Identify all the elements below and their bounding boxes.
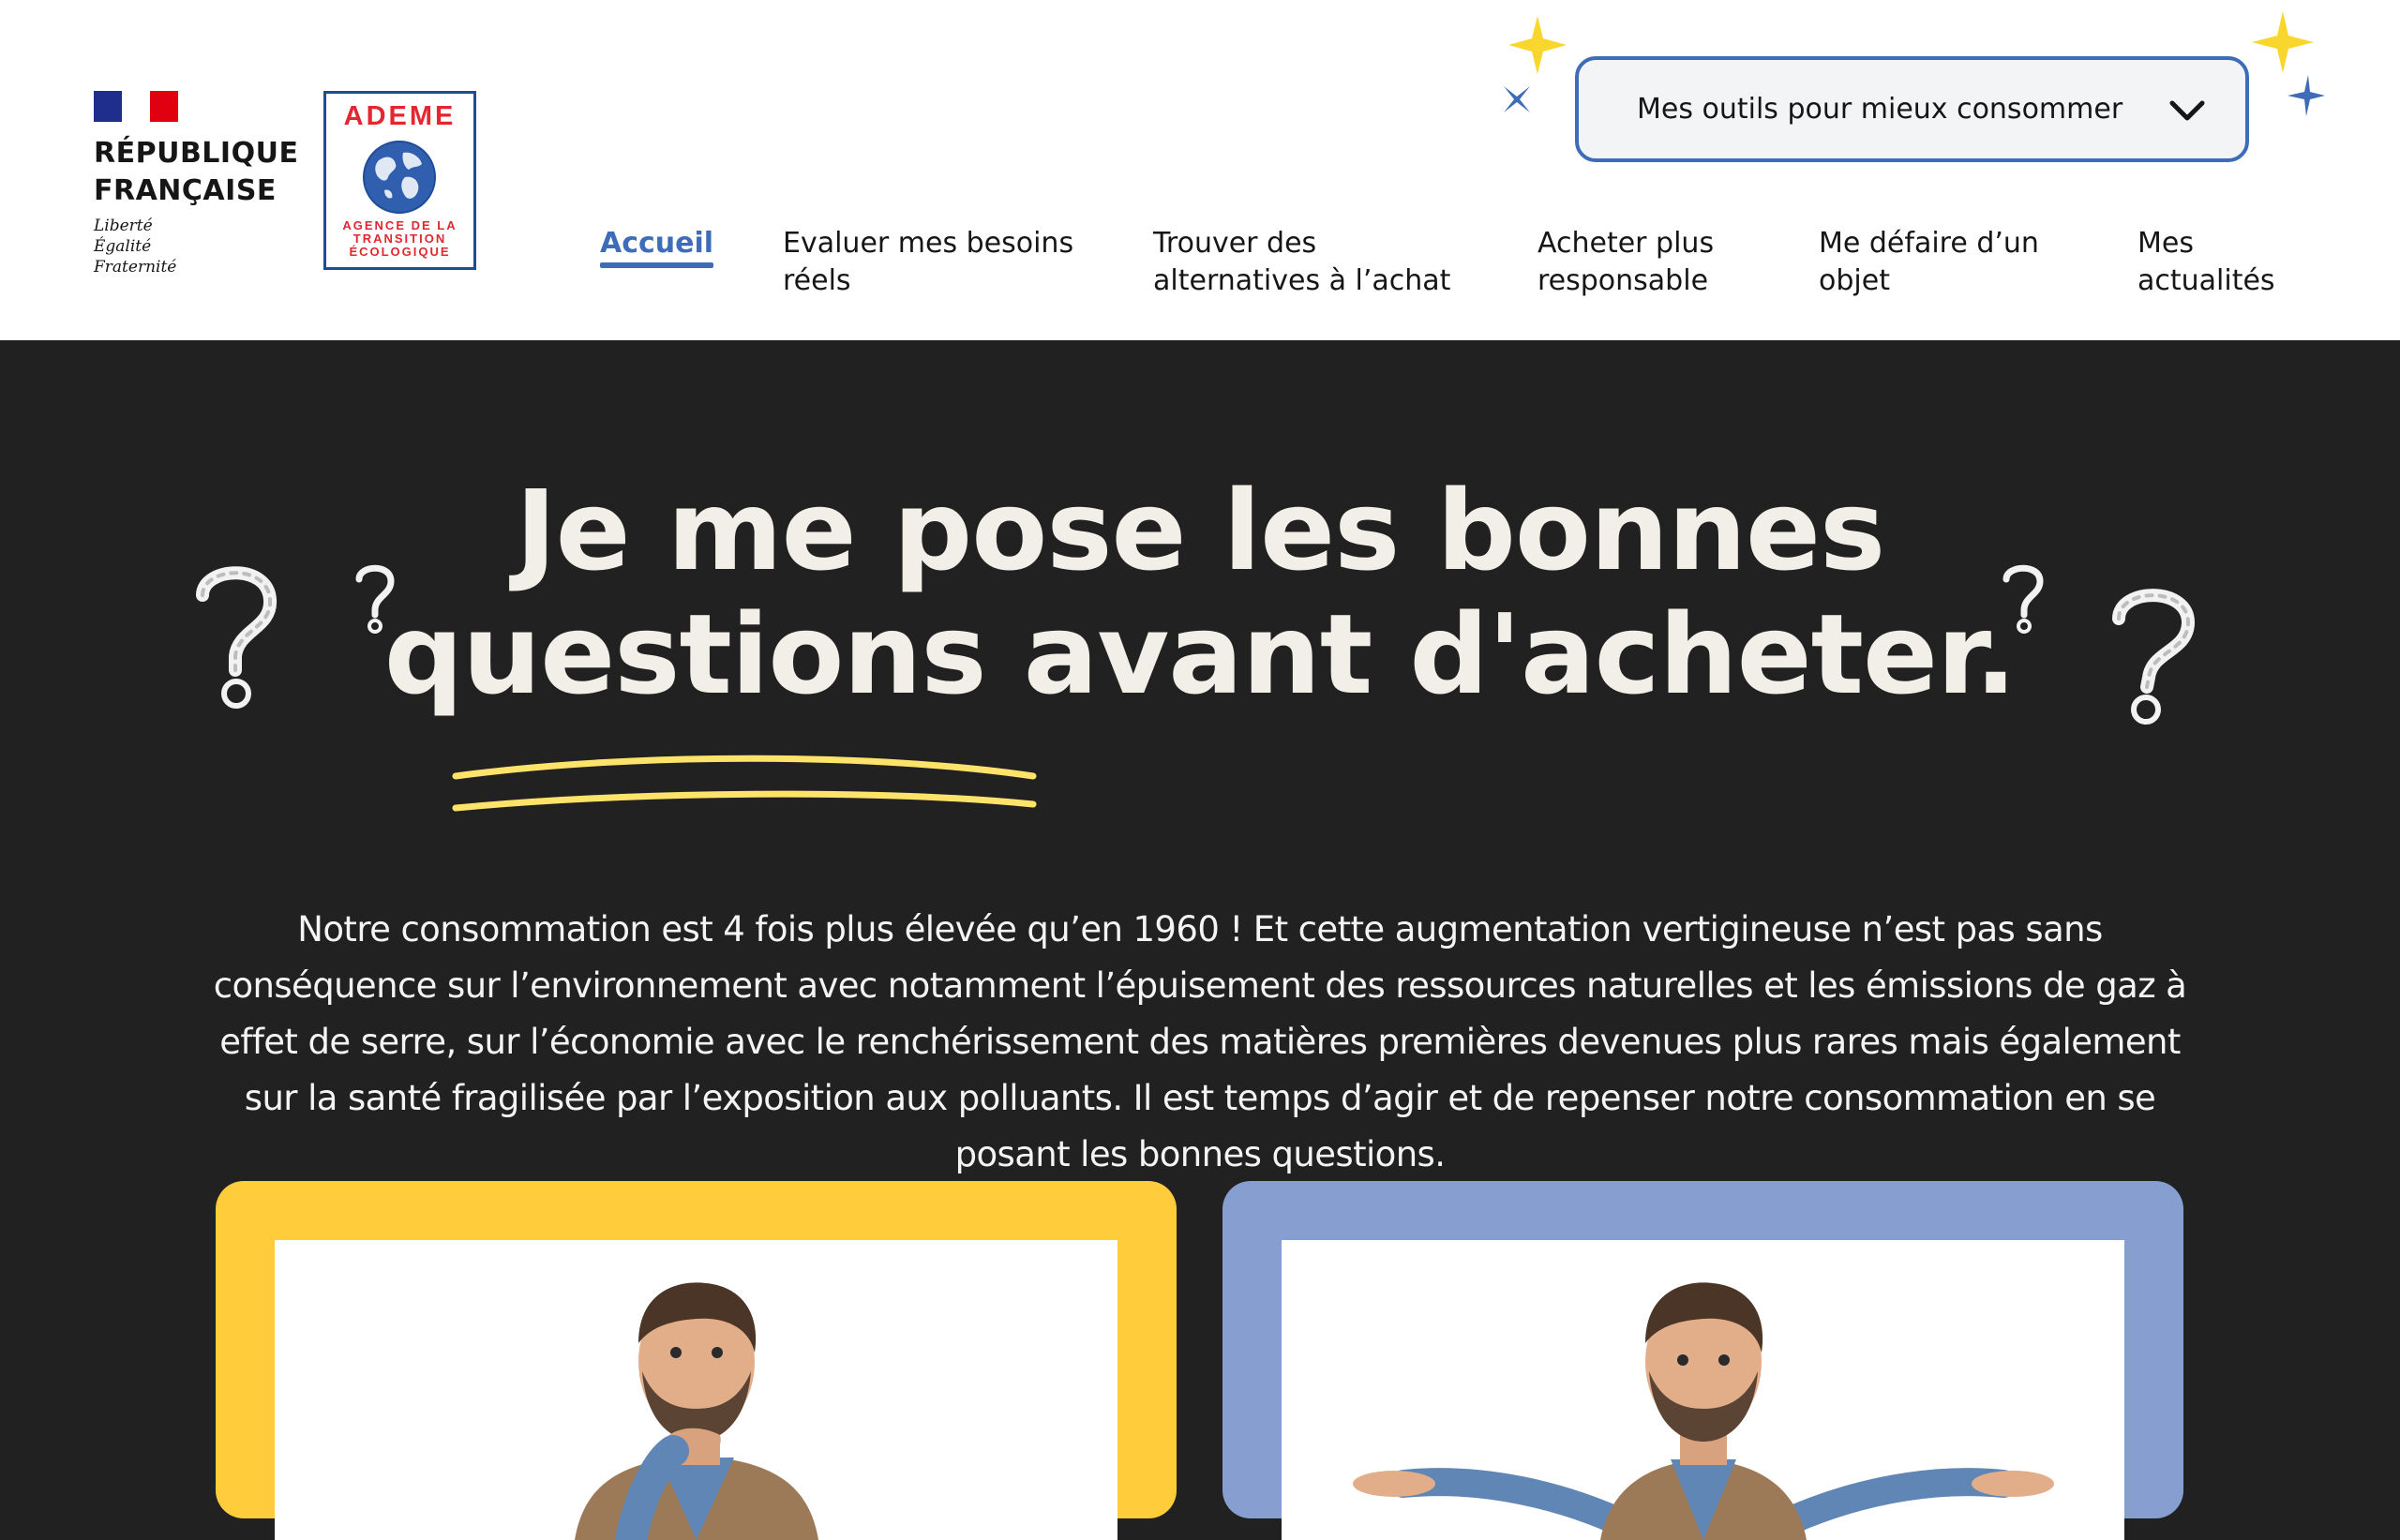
- hero-title-line1: Je me pose les bonnes: [515, 466, 1886, 595]
- marianne-flag-icon: [94, 91, 178, 122]
- motto-line2: Égalité: [94, 237, 152, 256]
- sparkle-star-icon: [2252, 11, 2314, 73]
- question-mark-icon: [2112, 589, 2196, 725]
- ademe-subtitle-line2: TRANSITION: [352, 232, 447, 246]
- ademe-subtitle-line1: AGENCE DE LA: [342, 218, 458, 232]
- ademe-subtitle: AGENCE DE LA TRANSITION ÉCOLOGIQUE: [326, 219, 473, 259]
- rf-name-line2: FRANÇAISE: [94, 174, 277, 207]
- sparkle-star-icon: [1508, 16, 1567, 74]
- main-nav: Accueil Evaluer mes besoins réels Trouve…: [600, 225, 2381, 319]
- motto-line1: Liberté: [94, 217, 153, 235]
- intro-paragraph: Notre consommation est 4 fois plus élevé…: [213, 909, 2187, 1174]
- sparkle-star-icon: [2288, 75, 2325, 116]
- hero-title: Je me pose les bonnes questions avant d'…: [356, 469, 2044, 716]
- question-mark-icon: [196, 566, 277, 709]
- ademe-subtitle-line3: ÉCOLOGIQUE: [349, 245, 451, 259]
- tools-dropdown-button[interactable]: Mes outils pour mieux consommer: [1575, 56, 2249, 162]
- rf-name-line1: RÉPUBLIQUE: [94, 137, 299, 170]
- nav-item-trouver-alternatives[interactable]: Trouver des alternatives à l’achat: [1153, 225, 1450, 300]
- nav-item-me-defaire-objet[interactable]: Me défaire d’un objet: [1819, 225, 2039, 300]
- ademe-logo[interactable]: ADEME AGENCE DE LA TRANSITION ÉCOLOGIQUE: [323, 91, 476, 270]
- sparkle-star-icon: [1504, 86, 1530, 112]
- nav-item-acheter-responsable[interactable]: Acheter plus responsable: [1538, 225, 1714, 300]
- republique-francaise-logo[interactable]: RÉPUBLIQUE FRANÇAISE Liberté Égalité Fra…: [94, 91, 300, 278]
- tools-menu-area: Mes outils pour mieux consommer: [1491, 9, 2334, 162]
- site-header: RÉPUBLIQUE FRANÇAISE Liberté Égalité Fra…: [0, 0, 2400, 340]
- nav-item-mes-actualites[interactable]: Mes actualités: [2138, 225, 2275, 300]
- question-card-blue[interactable]: [1222, 1181, 2183, 1540]
- man-thinking-image: [575, 1282, 818, 1540]
- man-shrugging-image: [1353, 1282, 2054, 1540]
- motto-line3: Fraternité: [94, 258, 177, 277]
- nav-item-evaluer-besoins[interactable]: Evaluer mes besoins réels: [783, 225, 1073, 300]
- globe-icon: [363, 141, 436, 214]
- hero-title-line2: questions avant d'acheter.: [383, 590, 2018, 719]
- title-underline-decoration: [452, 755, 1037, 812]
- question-card-yellow[interactable]: [216, 1181, 1177, 1540]
- chevron-down-icon: [2169, 100, 2205, 120]
- ademe-title: ADEME: [343, 101, 457, 131]
- republique-motto: Liberté Égalité Fraternité: [94, 216, 300, 277]
- card-image-man-shrugging: [1282, 1240, 2124, 1540]
- tools-dropdown-label: Mes outils pour mieux consommer: [1637, 93, 2123, 126]
- republique-francaise-name: RÉPUBLIQUE FRANÇAISE: [94, 135, 300, 210]
- card-image-man-thinking: [275, 1240, 1118, 1540]
- nav-item-accueil[interactable]: Accueil: [600, 225, 713, 268]
